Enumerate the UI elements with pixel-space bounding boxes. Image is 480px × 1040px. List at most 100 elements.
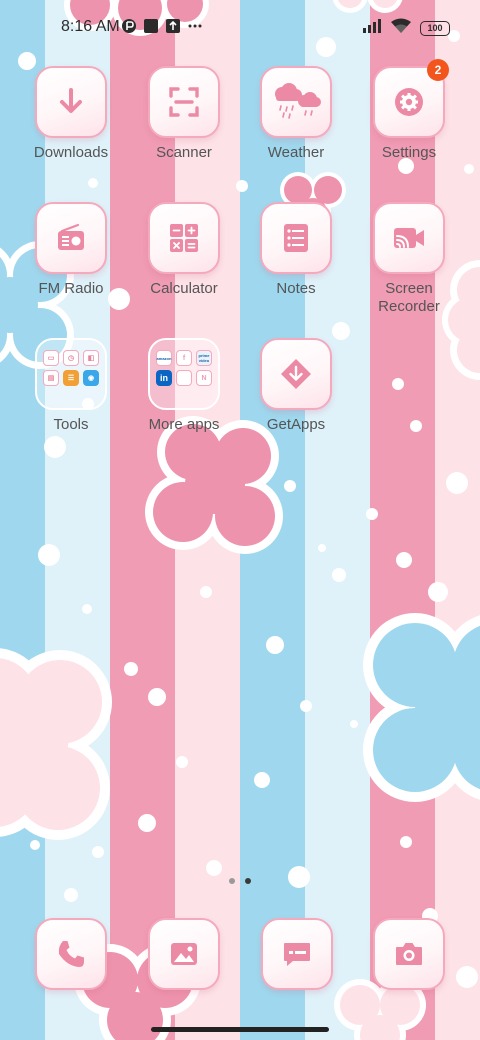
upload-icon: [165, 18, 181, 34]
folder-icon[interactable]: amazon f prime video in N: [148, 338, 220, 410]
app-notes[interactable]: Notes: [241, 202, 351, 298]
cast-record-icon: [394, 228, 424, 248]
app-icon-screen-recorder[interactable]: [373, 202, 445, 274]
wallpaper-dot: [318, 544, 326, 552]
folder-icon[interactable]: ▭ ◷ ◧ ▤ ☰ ◉: [35, 338, 107, 410]
wallpaper-dot: [64, 888, 78, 902]
battery-icon: 100: [420, 21, 450, 36]
app-fm-radio[interactable]: FM Radio: [16, 202, 126, 298]
wallpaper-dot: [428, 582, 448, 602]
notes-list-icon: [284, 224, 308, 252]
wallpaper-dot: [392, 378, 404, 390]
wallpaper-flower: [363, 613, 480, 802]
mini-app-icon: prime video: [196, 350, 212, 366]
gallery-image-icon: [171, 943, 197, 965]
app-icon-scanner[interactable]: [148, 66, 220, 138]
mini-app-icon: ◧: [83, 350, 99, 366]
wallpaper-dot: [464, 164, 474, 174]
mini-app-icon: ▤: [43, 370, 59, 386]
message-icon: [284, 943, 310, 966]
getapps-diamond-icon: [281, 359, 311, 389]
folder-tools[interactable]: ▭ ◷ ◧ ▤ ☰ ◉ Tools: [16, 338, 126, 434]
app-label: FM Radio: [38, 280, 104, 297]
radio-icon: [58, 223, 84, 250]
square-notification-icon: [143, 18, 159, 34]
mini-app-icon: f: [176, 350, 192, 366]
wallpaper-dot: [254, 772, 270, 788]
wallpaper-dot: [38, 544, 60, 566]
wallpaper-dot: [350, 720, 358, 728]
app-icon-weather[interactable]: [260, 66, 332, 138]
more-dots-icon: [187, 18, 203, 34]
weather-cloud-icon: [275, 83, 321, 119]
mini-app-icon: N: [196, 370, 212, 386]
wallpaper-dot: [288, 866, 310, 888]
mini-app-icon: ◉: [83, 370, 99, 386]
wallpaper-dot: [138, 814, 156, 832]
app-label: Tools: [53, 416, 89, 433]
app-icon-settings[interactable]: 2: [373, 59, 449, 138]
scan-frame-icon: [169, 87, 199, 117]
dock-camera[interactable]: [372, 918, 446, 990]
notification-badge: 2: [427, 59, 449, 81]
folder-more-apps[interactable]: amazon f prime video in N More apps: [129, 338, 239, 434]
app-icon-downloads[interactable]: [35, 66, 107, 138]
page-dot-1[interactable]: [229, 878, 235, 884]
app-icon-messages[interactable]: [261, 918, 333, 990]
dock-gallery[interactable]: [147, 918, 221, 990]
calculator-icon: [170, 224, 198, 252]
app-label: More apps: [148, 416, 220, 433]
status-icons-left: [121, 18, 203, 34]
wallpaper-dot: [44, 436, 66, 458]
status-bar: 8:16 AM 100: [0, 0, 480, 56]
app-icon-calculator[interactable]: [148, 202, 220, 274]
status-icons-right: 100: [362, 18, 450, 39]
wallpaper-dot: [400, 836, 412, 848]
wallpaper-dot: [206, 860, 222, 876]
dock-messages[interactable]: [260, 918, 334, 990]
app-label: GetApps: [266, 416, 326, 433]
camera-icon: [396, 943, 422, 965]
wallpaper-dot: [82, 604, 92, 614]
app-icon-fm-radio[interactable]: [35, 202, 107, 274]
app-getapps[interactable]: GetApps: [241, 338, 351, 434]
wallpaper-dot: [176, 756, 188, 768]
wallpaper-dot: [266, 636, 284, 654]
app-icon-camera[interactable]: [373, 918, 445, 990]
status-time: 8:16 AM: [61, 18, 120, 35]
app-calculator[interactable]: Calculator: [129, 202, 239, 298]
mini-app-icon: [176, 370, 192, 386]
wallpaper-dot: [410, 420, 422, 432]
app-screen-recorder[interactable]: Screen Recorder: [354, 202, 464, 316]
page-dot-2[interactable]: [245, 878, 251, 884]
wallpaper-dot: [332, 568, 346, 582]
download-arrow-icon: [60, 88, 82, 113]
app-icon-notes[interactable]: [260, 202, 332, 274]
wallpaper-dot: [456, 966, 478, 988]
app-icon-phone[interactable]: [35, 918, 107, 990]
app-settings[interactable]: 2 Settings: [354, 59, 464, 162]
app-icon-getapps[interactable]: [260, 338, 332, 410]
wallpaper-flower: [0, 648, 112, 840]
mini-app-icon: ◷: [63, 350, 79, 366]
home-indicator[interactable]: [151, 1027, 329, 1032]
wallpaper-dot: [92, 846, 104, 858]
app-icon-gallery[interactable]: [148, 918, 220, 990]
app-label: Screen Recorder: [378, 280, 440, 315]
mini-app-icon: ☰: [63, 370, 79, 386]
wallpaper-dot: [396, 552, 412, 568]
mini-app-icon: in: [156, 370, 172, 386]
app-scanner[interactable]: Scanner: [129, 66, 239, 162]
gear-icon: [395, 88, 423, 116]
dock-phone[interactable]: [34, 918, 108, 990]
mini-app-icon: amazon: [156, 350, 172, 366]
wallpaper-dot: [148, 688, 166, 706]
wallpaper-dot: [88, 178, 98, 188]
app-label: Calculator: [150, 280, 218, 297]
wallpaper-dot: [236, 180, 248, 192]
app-downloads[interactable]: Downloads: [16, 66, 126, 162]
wallpaper-dot: [30, 840, 40, 850]
app-weather[interactable]: Weather: [241, 66, 351, 162]
page-indicator: [0, 878, 480, 884]
data-saver-icon: [121, 18, 137, 34]
